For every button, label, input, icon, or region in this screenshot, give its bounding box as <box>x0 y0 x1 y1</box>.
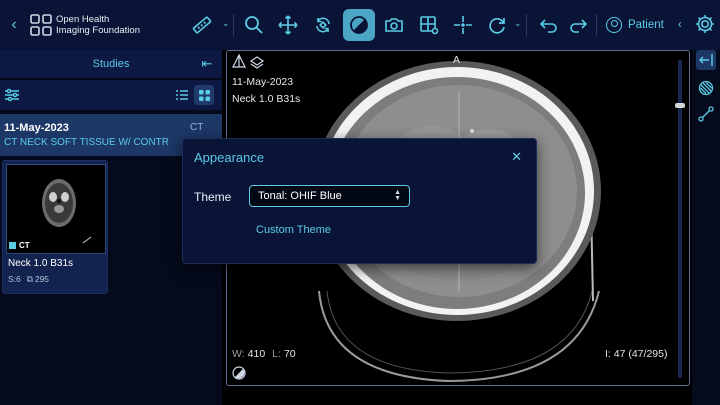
level-value: 70 <box>283 348 296 360</box>
toolbar-divider <box>596 14 597 36</box>
patient-icon <box>606 17 622 33</box>
crosshairs-button[interactable] <box>447 9 479 41</box>
filter-sliders-icon[interactable] <box>4 87 20 103</box>
appearance-dialog: Appearance ✕ Theme Tonal: OHIF Blue ▲ ▼ C… <box>182 138 537 264</box>
expand-panel-button[interactable] <box>696 50 716 70</box>
list-view-button[interactable] <box>172 85 192 105</box>
grid-view-icon <box>198 89 210 101</box>
measurement-line-icon <box>698 106 714 122</box>
series-modality-badge: CT <box>9 241 30 250</box>
camera-icon <box>385 18 403 32</box>
rotate-icon <box>316 17 330 33</box>
toolbar-divider <box>233 14 234 36</box>
undo-icon <box>539 19 557 33</box>
measurements-button[interactable] <box>696 104 716 124</box>
toolbar-divider <box>526 14 527 36</box>
slice-scrollbar-thumb[interactable] <box>675 103 685 108</box>
studies-toolbar <box>0 80 222 110</box>
viewport-date: 11-May-2023 <box>232 76 294 88</box>
custom-theme-link[interactable]: Custom Theme <box>256 224 331 236</box>
theme-select[interactable]: Tonal: OHIF Blue ▲ ▼ <box>249 185 410 207</box>
brand-line-1: Open Health <box>56 14 110 25</box>
layout-icon <box>420 16 439 35</box>
redo-icon <box>570 19 588 33</box>
theme-select-value: Tonal: OHIF Blue <box>258 190 342 202</box>
series-modality: CT <box>19 241 30 250</box>
expand-panel-icon <box>699 54 713 66</box>
list-view-icon <box>176 90 188 100</box>
pan-button[interactable] <box>272 9 304 41</box>
back-chevron-icon[interactable]: ‹ <box>6 15 22 35</box>
measure-dropdown-chevron-icon[interactable]: ⌄ <box>222 18 230 29</box>
brand-line-2: Imaging Foundation <box>56 25 140 36</box>
orientation-marker-icon <box>232 53 265 69</box>
modality-color-square <box>9 242 16 249</box>
rotate-button[interactable] <box>307 9 339 41</box>
gear-icon[interactable] <box>694 13 716 35</box>
window-value: 410 <box>247 348 266 360</box>
zoom-icon <box>245 16 263 34</box>
orientation-top-label: A <box>453 54 461 66</box>
pan-icon <box>278 15 298 35</box>
patient-chevron-icon: ‹ <box>677 19 682 31</box>
close-icon[interactable]: ✕ <box>511 149 522 165</box>
window-level-button[interactable] <box>343 9 375 41</box>
ohif-logo-icon <box>30 14 52 36</box>
studies-panel-header: Studies ⇤ <box>0 50 222 78</box>
redo-button[interactable] <box>562 9 594 41</box>
zoom-button[interactable] <box>238 9 270 41</box>
reset-button[interactable] <box>481 9 513 41</box>
measure-ruler-icon <box>192 16 212 34</box>
patient-info-toggle[interactable]: Patient ‹ <box>606 14 682 36</box>
select-updown-icon: ▲ ▼ <box>394 189 401 202</box>
window-label: W: <box>232 348 245 360</box>
instance-count: 295 <box>34 274 50 284</box>
theme-label: Theme <box>194 190 232 204</box>
study-description: CT NECK SOFT TISSUE W/ CONTR <box>4 137 170 148</box>
grid-view-button[interactable] <box>194 85 214 105</box>
collapse-panel-icon[interactable]: ⇤ <box>198 55 216 73</box>
viewport-series-name: Neck 1.0 B31s <box>232 93 301 105</box>
series-number: S:6 <box>8 274 21 284</box>
brand-name: Open Health Imaging Foundation <box>56 14 140 36</box>
study-modality: CT <box>190 122 204 133</box>
reset-icon <box>489 17 505 34</box>
capture-button[interactable] <box>378 9 410 41</box>
more-tools-chevron-icon[interactable]: ⌄ <box>514 18 522 29</box>
series-meta: S:6 ⧉ 295 <box>8 274 49 285</box>
top-toolbar: ‹ Open Health Imaging Foundation ⌄ ⌄ Pat… <box>0 0 720 50</box>
studies-title: Studies <box>92 58 130 70</box>
undo-button[interactable] <box>533 9 565 41</box>
dialog-title: Appearance <box>194 150 265 165</box>
segmentation-icon <box>698 80 714 96</box>
layout-button[interactable] <box>413 9 445 41</box>
series-thumbnail-card[interactable]: CT Neck 1.0 B31s S:6 ⧉ 295 <box>2 160 108 294</box>
window-level-icon <box>350 16 368 34</box>
measure-ruler-button[interactable] <box>186 9 218 41</box>
window-level-readout: W: 410 L: 70 <box>232 348 296 360</box>
right-side-panel <box>692 50 720 405</box>
contrast-indicator-icon <box>232 366 246 380</box>
instance-readout: I: 47 (47/295) <box>605 348 668 360</box>
segmentation-button[interactable] <box>696 78 716 98</box>
patient-label: Patient <box>628 19 664 31</box>
level-label: L: <box>272 348 281 360</box>
crosshairs-icon <box>454 16 472 34</box>
study-date: 11-May-2023 <box>4 122 69 134</box>
series-name: Neck 1.0 B31s <box>8 258 74 269</box>
instance-count-icon: ⧉ <box>26 274 33 284</box>
